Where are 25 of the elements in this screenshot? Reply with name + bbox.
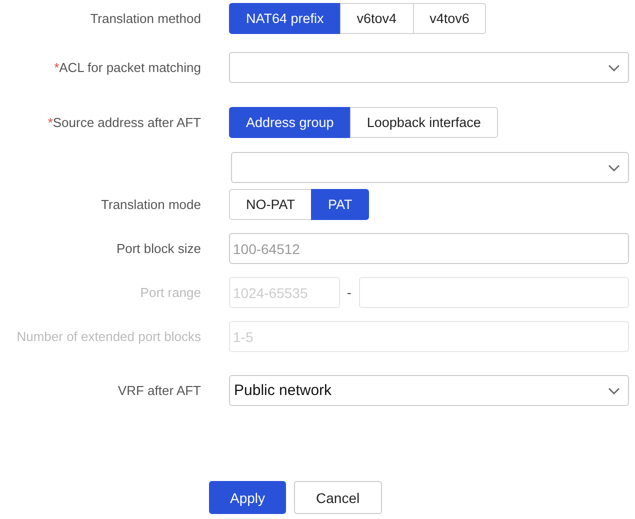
chevron-down-icon xyxy=(608,386,620,394)
option-button[interactable]: NO-PAT xyxy=(229,189,312,220)
option-button[interactable]: Loopback interface xyxy=(350,107,498,138)
select-field[interactable]: Public network xyxy=(229,375,629,406)
option-button[interactable]: v4tov6 xyxy=(412,3,486,34)
option-button[interactable]: PAT xyxy=(311,189,370,220)
option-button[interactable]: Address group xyxy=(229,107,351,138)
chevron-down-icon xyxy=(608,64,620,72)
cancel-button[interactable]: Cancel xyxy=(294,481,382,514)
apply-button[interactable]: Apply xyxy=(209,481,286,514)
field-label: Port block size xyxy=(116,240,201,256)
range-separator: - xyxy=(347,285,352,300)
chevron-down-icon xyxy=(608,164,620,172)
field-label: *Source address after AFT xyxy=(48,114,201,130)
field-label: Translation mode xyxy=(101,196,201,212)
option-button[interactable]: v6tov4 xyxy=(340,3,414,34)
select-field[interactable] xyxy=(229,52,629,83)
option-button[interactable]: NAT64 prefix xyxy=(229,3,341,34)
field-label: *ACL for packet matching xyxy=(54,60,201,74)
field-label: Translation method xyxy=(90,10,201,26)
field-label: Number of extended port blocks xyxy=(16,328,201,344)
input-field[interactable]: 100-64512 xyxy=(229,233,629,264)
select-field[interactable] xyxy=(231,152,629,183)
field-label: VRF after AFT xyxy=(118,382,201,398)
field-label: Port range xyxy=(140,284,201,300)
